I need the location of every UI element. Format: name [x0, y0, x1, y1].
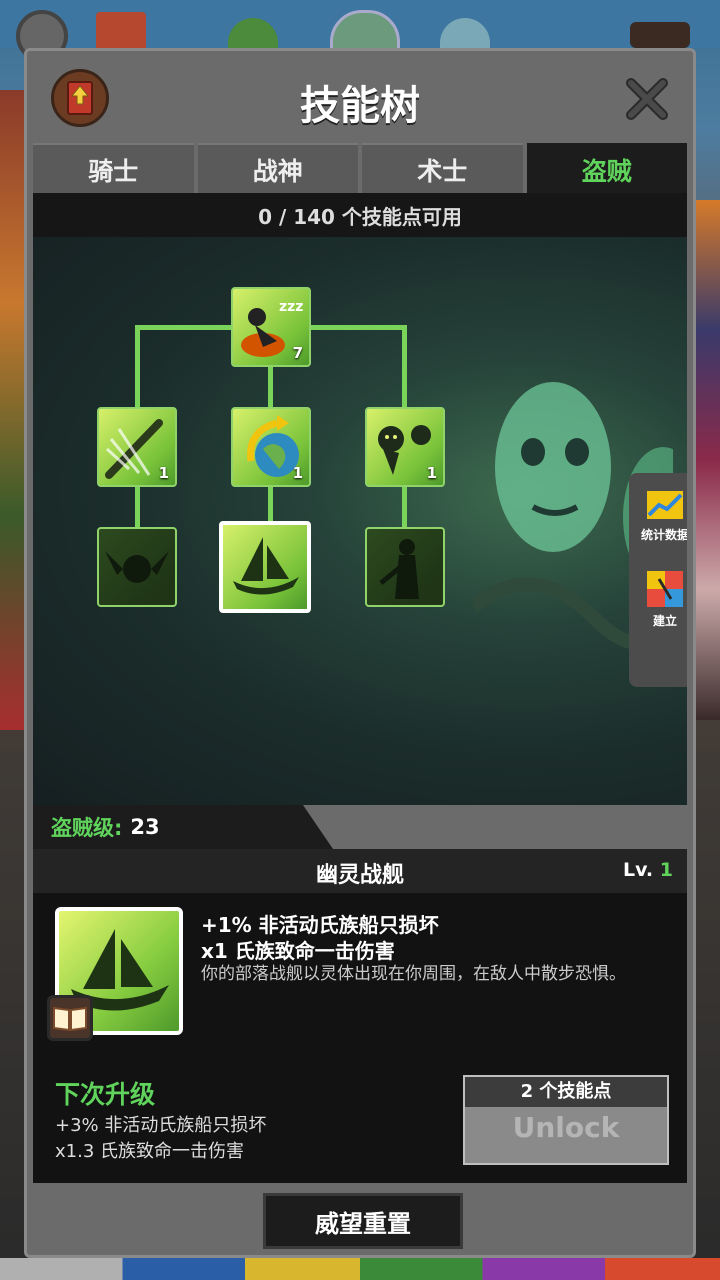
skill-level-badge: 1 [426, 464, 437, 482]
next-upgrade-title: 下次升级 [55, 1080, 156, 1109]
unlock-label: Unlock [512, 1111, 620, 1144]
skill-node-shadow-demons[interactable]: 1 [365, 407, 445, 487]
side-tab-build-label: 建立 [652, 614, 677, 628]
side-tab-stats-label: 统计数据 [640, 528, 687, 542]
skill-detail-panel: 幽灵战舰 Lv. 1 +1% 非活动氏族船只损坏 x1 氏族致命一击伤害 你的部… [33, 849, 687, 1183]
chart-icon [647, 491, 683, 519]
tab-warlord[interactable]: 战神 [197, 143, 358, 195]
class-tabs: 骑士 战神 术士 盗贼 [33, 143, 687, 195]
tab-knight[interactable]: 骑士 [33, 143, 194, 195]
skill-effect: x1 氏族致命一击伤害 [201, 939, 395, 963]
viking-icon[interactable] [630, 22, 690, 48]
shadow-warrior-icon [379, 539, 419, 599]
skill-level-badge: 1 [158, 464, 169, 482]
skill-info-button[interactable] [47, 995, 93, 1041]
skill-level-value: 1 [659, 859, 673, 881]
next-upgrade-effect: x1.3 氏族致命一击伤害 [55, 1141, 244, 1162]
skill-level-badge: 1 [292, 464, 303, 482]
skill-tree-area: zzz 7 1 1 1 统计数据 建立 [33, 237, 687, 805]
ghost-ship-icon [233, 537, 299, 595]
skill-level-badge: 7 [292, 344, 303, 362]
rank-value: 23 [130, 815, 160, 839]
tree-connector [402, 325, 407, 409]
build-icon [647, 571, 683, 607]
left-scene [0, 90, 24, 730]
skill-name: 幽灵战舰 [315, 863, 404, 888]
chest-icon[interactable] [96, 12, 146, 52]
tree-connector [402, 487, 407, 529]
skill-node-ghost-ship[interactable] [219, 521, 311, 613]
bottom-nav[interactable] [0, 1258, 720, 1280]
skill-node-sleeping-gold[interactable]: zzz 7 [231, 287, 311, 367]
side-menu: 统计数据 建立 [629, 473, 687, 687]
tree-connector [268, 367, 273, 409]
skill-node-globe-arrow[interactable]: 1 [231, 407, 311, 487]
next-upgrade-effect: +3% 非活动氏族船只损坏 [55, 1115, 267, 1136]
skill-effect: +1% 非活动氏族船只损坏 [201, 913, 439, 937]
winged-creature-icon [105, 551, 169, 583]
tree-connector [135, 325, 140, 409]
side-tab-build[interactable]: 建立 [633, 569, 687, 629]
tab-rogue[interactable]: 盗贼 [526, 143, 687, 195]
skill-node-winged-creature[interactable] [97, 527, 177, 607]
svg-text:zzz: zzz [279, 299, 303, 315]
close-icon [626, 78, 668, 120]
skill-node-shadow-warrior[interactable] [365, 527, 445, 607]
skill-points-available: 0 / 140 个技能点可用 [33, 193, 687, 237]
side-tab-stats[interactable]: 统计数据 [633, 487, 687, 543]
skill-level-label: Lv. [622, 859, 654, 881]
unlock-button[interactable]: 2 个技能点 Unlock [463, 1075, 669, 1165]
skill-level: Lv. 1 [623, 859, 673, 881]
unlock-cost: 2 个技能点 [465, 1077, 667, 1107]
rogue-rank: 盗贼级: 23 [33, 805, 333, 849]
page-title: 技能树 [300, 83, 420, 129]
book-icon [53, 1006, 87, 1032]
skill-node-sword-slash[interactable]: 1 [97, 407, 177, 487]
rank-label: 盗贼级: [51, 816, 123, 840]
close-button[interactable] [623, 75, 671, 123]
skill-detail-header: 幽灵战舰 Lv. 1 [33, 849, 687, 893]
prestige-reset-button[interactable]: 威望重置 [263, 1193, 463, 1249]
tab-sorcerer[interactable]: 术士 [362, 143, 523, 195]
panel-header: 技能树 [27, 51, 693, 143]
skill-tree-panel: 技能树 骑士 战神 术士 盗贼 0 / 140 个技能点可用 zzz 7 1 1… [24, 48, 696, 1258]
right-scene [696, 200, 720, 720]
tree-connector [135, 487, 140, 529]
skill-description: 你的部落战舰以灵体出现在你周围，在敌人中散步恐惧。 [201, 964, 626, 984]
